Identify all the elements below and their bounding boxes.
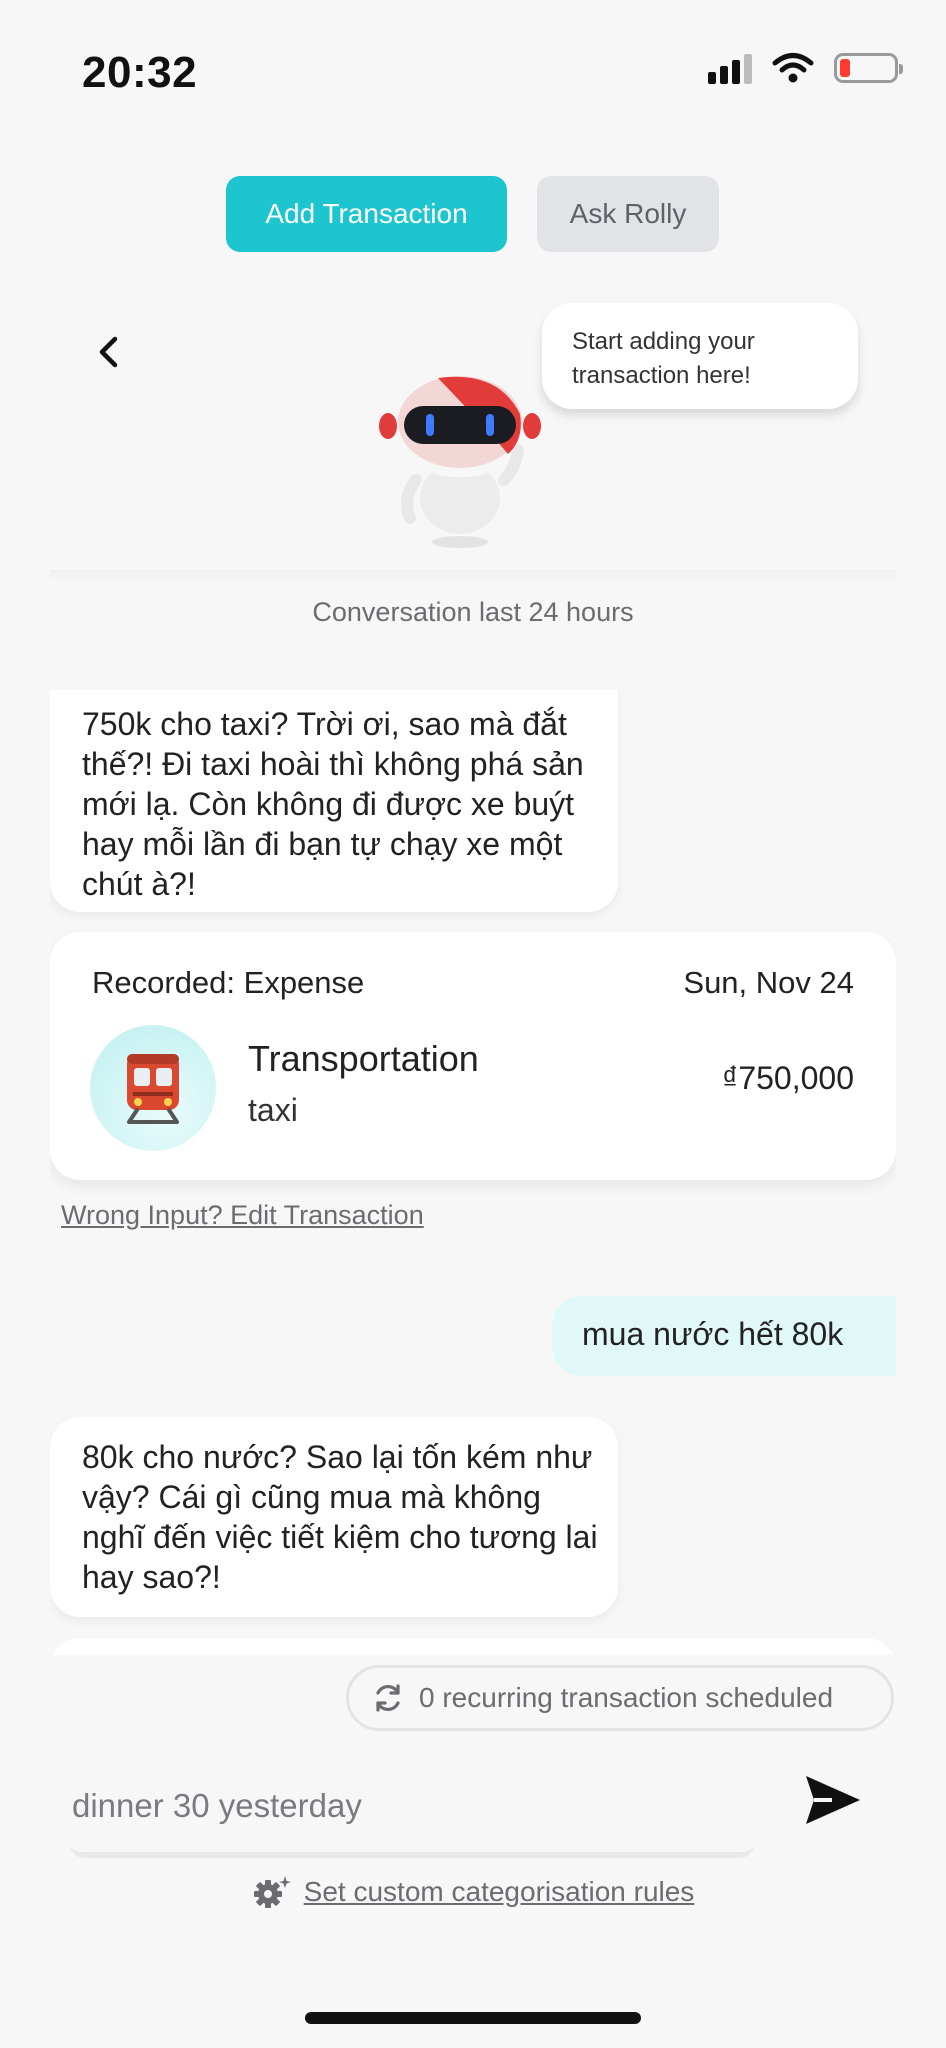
transaction-type: Recorded: Expense	[92, 965, 365, 1000]
send-button[interactable]	[802, 1770, 864, 1830]
status-icons	[708, 52, 903, 84]
status-time: 20:32	[82, 48, 198, 97]
home-indicator[interactable]	[305, 2012, 641, 2024]
transaction-card	[50, 1638, 896, 1655]
bot-message: 80k cho nước? Sao lại tốn kém như vậy? C…	[50, 1417, 618, 1617]
battery-icon	[834, 53, 903, 83]
transaction-note: taxi	[248, 1092, 298, 1128]
header-divider	[50, 570, 896, 582]
robot-mascot-icon	[379, 376, 541, 548]
send-icon	[806, 1776, 860, 1824]
transaction-date: Sun, Nov 24	[683, 965, 854, 1000]
edit-transaction-link[interactable]: Wrong Input? Edit Transaction	[61, 1200, 424, 1231]
transaction-category: Transportation	[248, 1038, 479, 1079]
recurring-transactions-button[interactable]: 0 recurring transaction scheduled	[346, 1665, 894, 1731]
chevron-left-icon	[99, 336, 118, 368]
user-message: mua nước hết 80k	[552, 1296, 896, 1376]
bot-message: 750k cho taxi? Trời ơi, sao mà đắt thế?!…	[50, 690, 618, 912]
transaction-card[interactable]: Recorded: Expense Sun, Nov 24 Transporta…	[50, 932, 896, 1180]
refresh-icon	[376, 1684, 400, 1712]
category-avatar	[90, 1025, 216, 1151]
categorisation-rules-row[interactable]: Set custom categorisation rules	[0, 1874, 946, 1910]
cellular-signal-icon	[708, 52, 752, 84]
recurring-label: 0 recurring transaction scheduled	[419, 1682, 834, 1713]
assistant-speech-bubble: Start adding your transaction here!	[542, 303, 858, 409]
settings-gear-icon	[253, 1876, 291, 1908]
train-icon	[127, 1054, 179, 1124]
back-button[interactable]	[86, 330, 130, 374]
tab-add-transaction[interactable]: Add Transaction	[226, 176, 507, 252]
categorisation-rules-link[interactable]: Set custom categorisation rules	[304, 1876, 695, 1908]
tab-ask-rolly[interactable]: Ask Rolly	[537, 176, 719, 252]
message-input[interactable]	[70, 1760, 754, 1858]
conversation-label: Conversation last 24 hours	[312, 597, 634, 627]
transaction-amount: ₫750,000	[721, 1060, 854, 1096]
wifi-icon	[772, 53, 814, 83]
chat-area[interactable]: 750k cho taxi? Trời ơi, sao mà đắt thế?!…	[50, 690, 896, 1655]
